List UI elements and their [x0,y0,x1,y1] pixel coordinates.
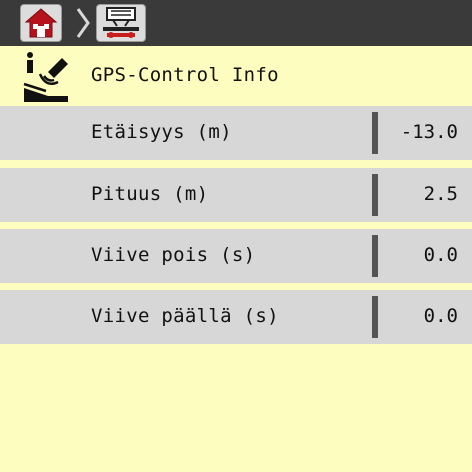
home-icon [24,8,58,38]
setting-label: Etäisyys (m) [91,121,232,143]
row-divider [372,112,378,154]
row-divider [372,174,378,216]
page-header: GPS-Control Info [0,46,472,104]
home-button[interactable] [20,4,62,42]
row-divider [372,296,378,338]
setting-value: 0.0 [423,244,458,266]
top-navigation-bar [0,0,472,46]
setting-row-length[interactable]: Pituus (m) 2.5 [0,168,472,222]
setting-label: Viive pois (s) [91,244,256,266]
page-title: GPS-Control Info [91,64,279,86]
gps-info-icon [23,52,68,102]
setting-label: Pituus (m) [91,183,209,205]
setting-value: -13.0 [400,121,458,143]
chevron-right-icon [76,8,90,38]
setting-value: 2.5 [423,183,458,205]
setting-label: Viive päällä (s) [91,305,279,327]
row-divider [372,235,378,277]
setting-row-delay-off[interactable]: Viive pois (s) 0.0 [0,229,472,283]
spreader-settings-icon [103,7,139,38]
setting-value: 0.0 [423,305,458,327]
spreader-settings-button[interactable] [96,4,146,42]
setting-row-distance[interactable]: Etäisyys (m) -13.0 [0,106,472,160]
setting-row-delay-on[interactable]: Viive päällä (s) 0.0 [0,290,472,344]
